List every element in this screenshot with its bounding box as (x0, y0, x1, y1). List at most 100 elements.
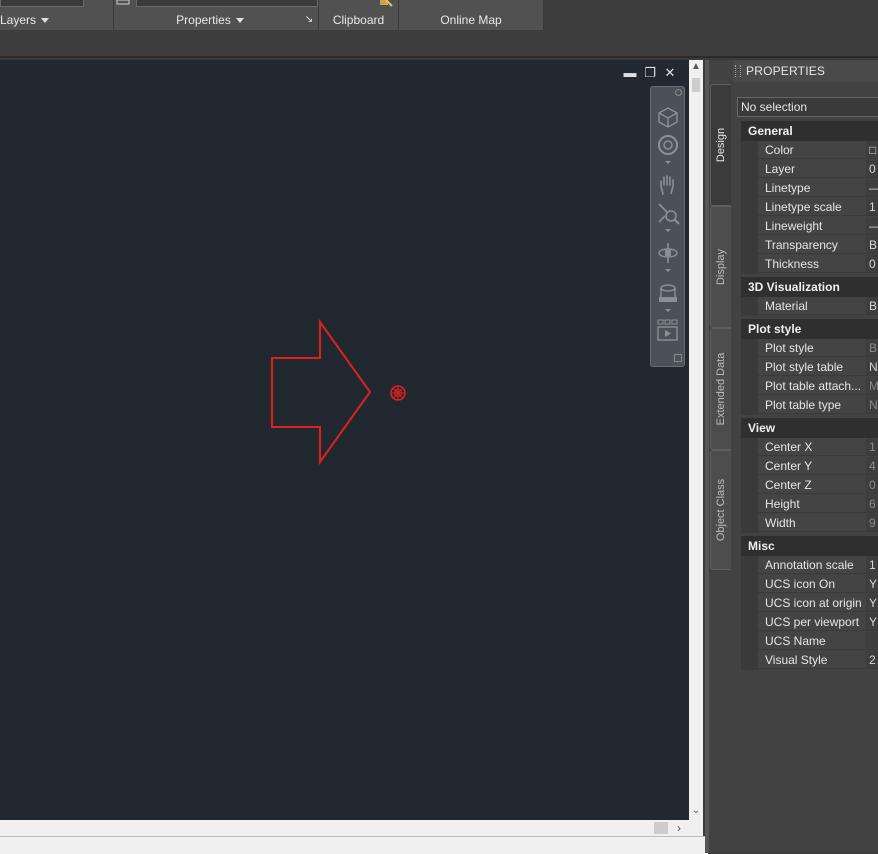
property-row[interactable]: Lineweight— (741, 217, 878, 236)
property-value[interactable]: 9 (866, 514, 878, 532)
property-value[interactable]: N (866, 396, 878, 414)
viewport-minimize-button[interactable]: ▬ (623, 66, 637, 80)
scroll-down-icon[interactable]: ⌄ (689, 804, 703, 818)
layer-dropdown-edge[interactable] (0, 0, 84, 7)
property-row[interactable]: Layer 0 (741, 160, 878, 179)
horizontal-scrollbar[interactable]: › (0, 820, 689, 836)
row-gutter (741, 358, 758, 377)
property-row[interactable]: Annotation scale 1 (741, 556, 878, 575)
property-value[interactable]: 4 (866, 457, 878, 475)
property-value[interactable]: Y (866, 575, 878, 593)
property-row[interactable]: Plot table attach... M (741, 377, 878, 396)
panel-clipboard-title[interactable]: Clipboard (319, 10, 398, 30)
property-value[interactable]: M (866, 377, 878, 395)
property-row[interactable]: Visual Style 2 (741, 651, 878, 670)
property-name: Layer (758, 160, 865, 178)
property-value[interactable]: — (866, 217, 878, 235)
panel-online-map-title[interactable]: Online Map (399, 10, 543, 30)
chevron-down-icon[interactable] (665, 269, 671, 272)
property-row[interactable]: UCS icon On Y (741, 575, 878, 594)
chevron-down-icon[interactable] (665, 161, 671, 164)
property-value[interactable]: 0 (866, 255, 878, 273)
play-icon[interactable] (656, 319, 680, 343)
property-row[interactable]: Thickness 0 (741, 255, 878, 274)
category-general[interactable]: General (741, 121, 878, 141)
vertical-scrollbar[interactable]: ▲ ⌄ (689, 60, 703, 820)
property-row[interactable]: Color □ (741, 141, 878, 160)
property-row[interactable]: Plot style table N (741, 358, 878, 377)
property-row[interactable]: Center X1 (741, 438, 878, 457)
scroll-up-icon[interactable]: ▲ (689, 60, 703, 74)
category-view[interactable]: View (741, 418, 878, 438)
property-row[interactable]: Material B (741, 297, 878, 316)
dialog-launcher-icon[interactable]: ↘ (302, 10, 316, 30)
chevron-down-icon[interactable] (665, 309, 671, 312)
paste-icon[interactable] (376, 0, 394, 8)
tab-extended-data[interactable]: Extended Data (710, 328, 731, 450)
property-value[interactable]: 6 (866, 495, 878, 513)
zoom-icon[interactable] (656, 201, 680, 225)
property-row[interactable]: Center Y4 (741, 457, 878, 476)
property-value[interactable]: 0 (866, 160, 878, 178)
property-row[interactable]: Plot style B (741, 339, 878, 358)
scroll-thumb[interactable] (654, 822, 668, 834)
chevron-down-icon[interactable] (665, 229, 671, 232)
properties-dropdown-edge[interactable] (136, 0, 318, 7)
viewcube-icon[interactable] (656, 105, 680, 129)
drawing-viewport[interactable] (0, 60, 689, 820)
panel-layers-title[interactable]: Layers (0, 10, 60, 30)
showmotion-icon[interactable] (656, 281, 680, 305)
property-value[interactable]: B (866, 236, 878, 254)
category-3d-visualization[interactable]: 3D Visualization (741, 277, 878, 297)
property-name: Annotation scale (758, 556, 865, 574)
tab-display[interactable]: Display (710, 206, 731, 328)
orbit-icon[interactable] (656, 241, 680, 265)
navigation-bar (650, 86, 685, 367)
property-value[interactable]: N (866, 358, 878, 376)
property-name: Color (758, 141, 865, 159)
viewport-restore-button[interactable]: ❐ (643, 66, 657, 80)
property-value[interactable]: Y (866, 594, 878, 612)
property-value[interactable]: 2 (866, 651, 878, 669)
status-bar (0, 836, 708, 854)
property-value[interactable]: 0 (866, 476, 878, 494)
navbar-close-icon[interactable] (675, 89, 682, 96)
property-row[interactable]: Transparency B (741, 236, 878, 255)
tab-object-class[interactable]: Object Class (710, 450, 731, 570)
category-misc[interactable]: Misc (741, 536, 878, 556)
property-value[interactable]: 1 (866, 198, 878, 216)
property-value[interactable]: 1 (866, 556, 878, 574)
steering-wheel-icon[interactable] (656, 133, 680, 157)
scroll-right-icon[interactable]: › (672, 820, 686, 836)
property-value[interactable]: □ (866, 141, 878, 159)
property-row[interactable]: UCS per viewport Y (741, 613, 878, 632)
property-value[interactable]: — (866, 179, 878, 197)
selection-dropdown[interactable]: No selection (737, 97, 878, 117)
property-row[interactable]: Center Z0 (741, 476, 878, 495)
chevron-down-icon (235, 18, 244, 24)
viewport-close-button[interactable]: ✕ (663, 66, 677, 80)
category-plot-style[interactable]: Plot style (741, 319, 878, 339)
property-value[interactable]: 1 (866, 438, 878, 456)
scroll-thumb[interactable] (692, 78, 700, 92)
property-row[interactable]: UCS Name (741, 632, 878, 651)
drawing-canvas[interactable] (0, 60, 689, 820)
navbar-settings-icon[interactable] (674, 354, 682, 362)
property-row[interactable]: Height 6 (741, 495, 878, 514)
property-value[interactable]: B (866, 339, 878, 357)
property-row[interactable]: UCS icon at origin Y (741, 594, 878, 613)
palette-edge[interactable] (705, 60, 709, 853)
property-value[interactable]: Y (866, 613, 878, 631)
property-row[interactable]: Linetype scale 1 (741, 198, 878, 217)
property-row[interactable]: Width 9 (741, 514, 878, 533)
layer-properties-icon[interactable] (116, 0, 132, 5)
property-value[interactable] (866, 632, 878, 650)
property-row[interactable]: Linetype— (741, 179, 878, 198)
property-value[interactable]: B (866, 297, 878, 315)
tab-design[interactable]: Design (710, 84, 731, 206)
property-row[interactable]: Plot table type N (741, 396, 878, 415)
panel-properties-title[interactable]: Properties (150, 10, 270, 30)
grip-icon[interactable] (735, 65, 741, 77)
panel-label: Layers (0, 13, 37, 27)
pan-icon[interactable] (656, 173, 680, 197)
